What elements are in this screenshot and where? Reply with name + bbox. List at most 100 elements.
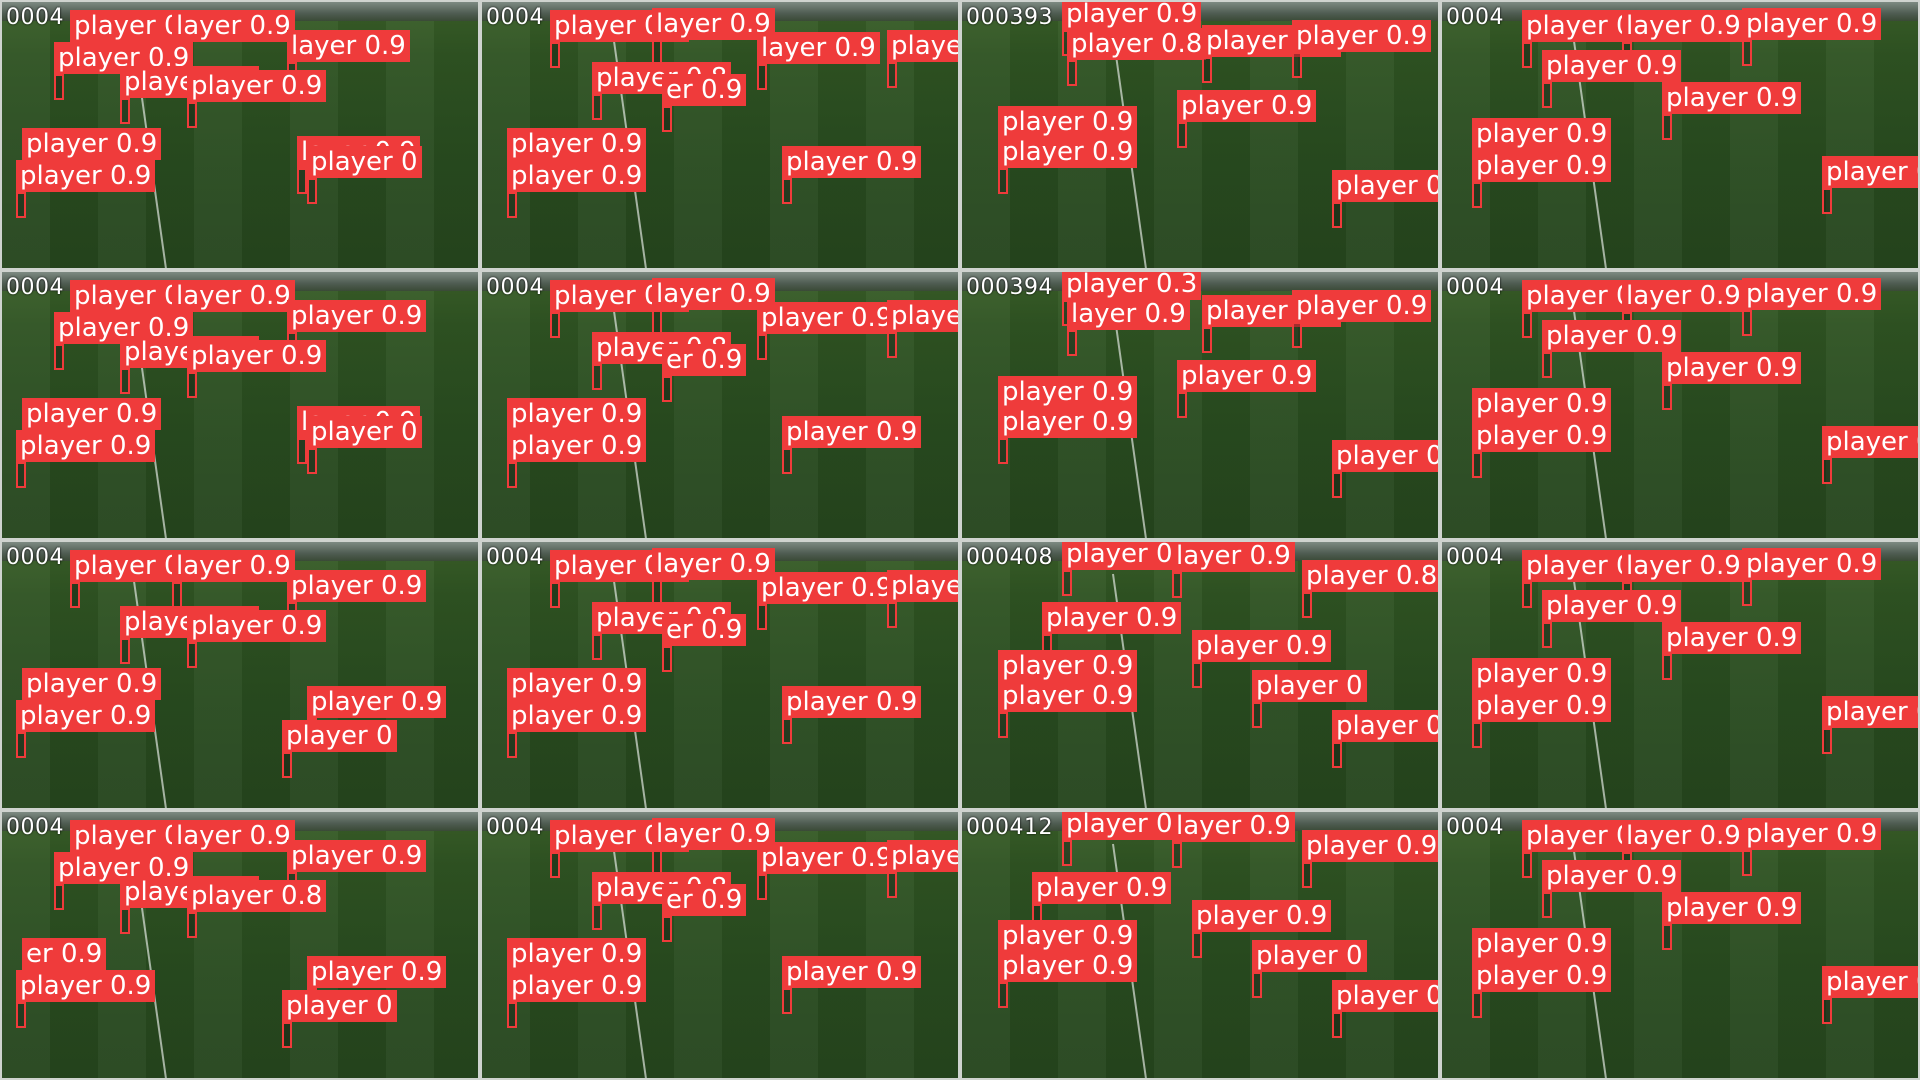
bounding-box (1302, 862, 1312, 888)
bounding-box (887, 602, 897, 628)
bounding-box (307, 448, 317, 474)
bounding-box (1662, 114, 1672, 140)
detection-label: er 0.9 (662, 884, 747, 916)
detection-label: er 0.9 (22, 938, 107, 970)
bounding-box (1662, 384, 1672, 410)
video-frame-tile: 0004 player 0.8 layer 0.9 player 0.9 player … (1440, 270, 1920, 540)
bounding-box (1177, 122, 1187, 148)
detection-label: player 0.9 (22, 128, 162, 160)
bounding-box (282, 752, 292, 778)
bounding-box (507, 192, 517, 218)
detection-label: player 0.9 (782, 956, 922, 988)
bounding-box (1332, 472, 1342, 498)
bounding-box (120, 638, 130, 664)
frame-id-label: 0004 (6, 275, 64, 300)
detection-label: player 0.9 (1542, 50, 1682, 82)
video-frame-tile: 0004 player 0.8 layer 0.9 player 0.9 player … (0, 270, 480, 540)
detection-label: layer 0.9 (1622, 10, 1745, 42)
detection-label: player 0.9 (187, 610, 327, 642)
bounding-box (1742, 850, 1752, 876)
detection-label: layer 0.9 (1622, 820, 1745, 852)
detection-label: player 0.9 (998, 106, 1138, 138)
frame-id-label: 000393 (966, 5, 1053, 30)
bounding-box (1522, 582, 1532, 608)
detection-label: player 0.9 (1472, 388, 1612, 420)
bounding-box (592, 94, 602, 120)
bounding-box (998, 982, 1008, 1008)
detection-label: player 0 (282, 990, 397, 1022)
detection-label: player 0.9 (507, 160, 647, 192)
bounding-box (54, 344, 64, 370)
bounding-box (757, 334, 767, 360)
detection-label: player 0.9 (1662, 622, 1802, 654)
detection-label: player 0.9 (998, 650, 1138, 682)
detection-label: player 0.9 (1542, 320, 1682, 352)
bounding-box (1522, 42, 1532, 68)
detection-label: layer 0.9 (172, 280, 295, 312)
detection-label: layer 0.9 (1622, 280, 1745, 312)
detection-label: player 0.9 (757, 302, 897, 334)
detection-label: player 0.9 (1332, 980, 1438, 1012)
detection-label: player 0.9 (16, 700, 156, 732)
detection-label: layer 0.9 (757, 32, 880, 64)
bounding-box (507, 462, 517, 488)
detection-label: player 0.9 (507, 668, 647, 700)
bounding-box (1542, 82, 1552, 108)
bounding-box (1302, 592, 1312, 618)
detection-label: layer 0.9 (1172, 542, 1295, 572)
detection-label: player 0.9 (1472, 118, 1612, 150)
detection-label: layer 0.9 (1172, 812, 1295, 842)
bounding-box (998, 438, 1008, 464)
bounding-box (1292, 322, 1302, 348)
video-frame-tile: 0004 player 0.8 layer 0.9 player 0.9 player … (1440, 810, 1920, 1080)
detection-label: player 0.9 (187, 340, 327, 372)
bounding-box (187, 912, 197, 938)
bounding-box (172, 582, 182, 608)
video-frame-tile: 0004 player 0.8 layer 0.9 layer 0.9 player 0… (0, 0, 480, 270)
detection-label: player 0.9 (1032, 872, 1172, 904)
bounding-box (120, 908, 130, 934)
bounding-box (16, 1002, 26, 1028)
bounding-box (1332, 202, 1342, 228)
bounding-box (1062, 840, 1072, 866)
bounding-box (998, 168, 1008, 194)
detection-label: player 0.9 (16, 160, 156, 192)
detection-label: player 0.9 (1662, 892, 1802, 924)
detection-label: player 0.9 (1302, 830, 1438, 862)
bounding-box (1172, 842, 1182, 868)
bounding-box (307, 178, 317, 204)
video-frame-tile: 0004player 0.9layer 0.9player 0.9player … (480, 270, 960, 540)
detection-label: player 0.9 (16, 970, 156, 1002)
detection-label: layer 0.9 (1622, 550, 1745, 582)
detection-label: player 0.9 (1742, 818, 1882, 850)
bounding-box (782, 178, 792, 204)
frame-id-label: 0004 (486, 545, 544, 570)
detection-label: player 0.9 (1292, 20, 1432, 52)
detection-label: player 0 (1252, 670, 1367, 702)
detection-label: player 0.9 (1742, 8, 1882, 40)
bounding-box (757, 874, 767, 900)
detection-label: player 0.9 (1177, 360, 1317, 392)
frame-id-label: 0004 (1446, 5, 1504, 30)
bounding-box (1332, 1012, 1342, 1038)
bounding-box (1542, 892, 1552, 918)
bounding-box (1472, 722, 1482, 748)
detection-label: player 0.9 (287, 840, 427, 872)
detection-label: er 0.9 (662, 614, 747, 646)
detection-label: player 0.9 (1062, 2, 1202, 30)
detection-label: player 0.9 (1742, 548, 1882, 580)
detection-label: player 0.9 (1822, 696, 1918, 728)
frame-id-label: 0004 (486, 5, 544, 30)
detection-label: player 0.9 (998, 136, 1138, 168)
frame-id-label: 000412 (966, 815, 1053, 840)
bounding-box (1472, 992, 1482, 1018)
bounding-box (1252, 972, 1262, 998)
detection-label: player 0.9 (1822, 426, 1918, 458)
detection-label: player 0.9 (998, 920, 1138, 952)
detection-label: layer 0.9 (172, 820, 295, 852)
detection-label: player 0.9 (16, 430, 156, 462)
detection-label: player 0.9 (1472, 420, 1612, 452)
bounding-box (550, 852, 560, 878)
detection-label: player 0.9 (1332, 440, 1438, 472)
detection-label: player 0 (307, 146, 422, 178)
